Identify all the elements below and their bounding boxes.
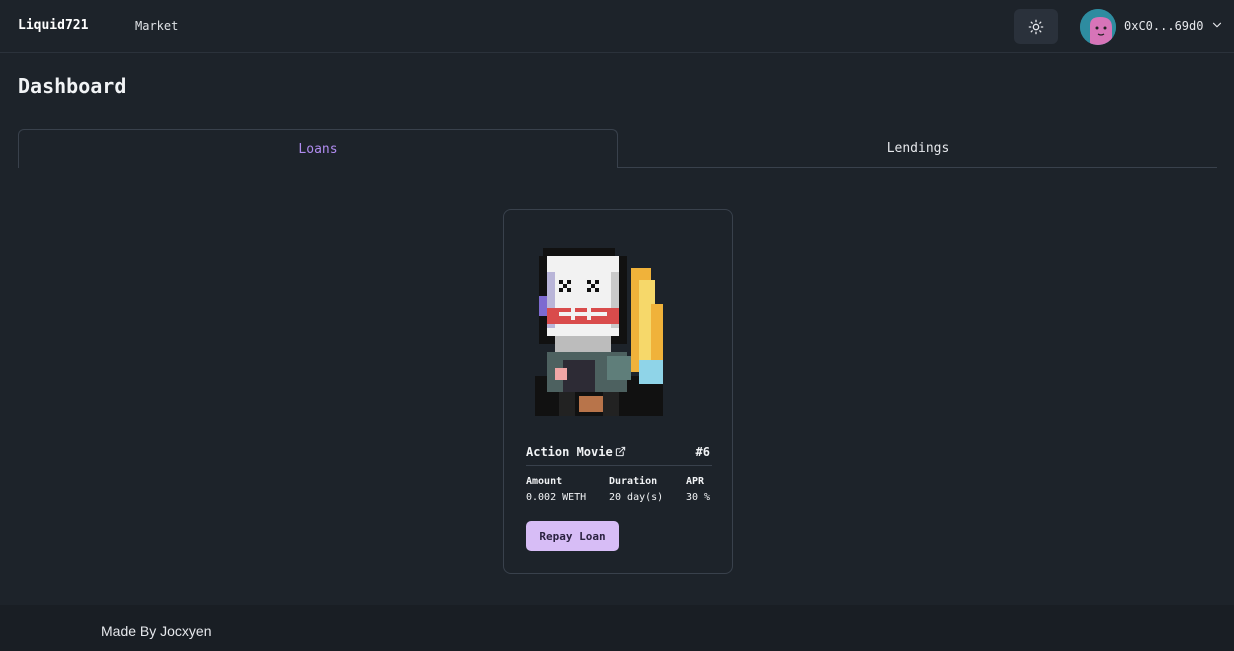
amount-label: Amount — [526, 476, 563, 487]
wallet-avatar[interactable] — [1080, 9, 1116, 45]
loan-card: Action Movie #6 Amount Duration APR 0.00… — [503, 209, 733, 574]
repay-loan-button[interactable]: Repay Loan — [526, 521, 619, 551]
theme-toggle-button[interactable] — [1014, 9, 1058, 44]
brand-logo[interactable]: Liquid721 — [18, 18, 88, 33]
chevron-down-icon[interactable] — [1210, 18, 1224, 32]
tab-loans[interactable]: Loans — [18, 129, 618, 168]
tab-lendings[interactable]: Lendings — [618, 129, 1218, 168]
sun-icon — [1028, 19, 1044, 34]
apr-value: 30 % — [686, 492, 711, 503]
duration-value: 20 day(s) — [609, 492, 664, 503]
apr-label: APR — [686, 476, 705, 487]
page-title: Dashboard — [18, 74, 127, 98]
duration-label: Duration — [609, 476, 658, 487]
amount-value: 0.002 WETH — [526, 492, 587, 503]
navbar: Liquid721 Market 0xC0...69d0 — [0, 0, 1234, 53]
footer-credit: Made By Jocxyen — [101, 623, 212, 639]
wallet-address[interactable]: 0xC0...69d0 — [1124, 19, 1203, 33]
nft-image — [535, 248, 663, 416]
nft-name-label[interactable]: Action Movie — [526, 445, 613, 459]
token-id: #6 — [695, 445, 710, 459]
footer: Made By Jocxyen — [0, 605, 1234, 651]
nft-name[interactable]: Action Movie — [526, 445, 626, 459]
card-divider — [526, 465, 712, 466]
nav-link-market[interactable]: Market — [135, 19, 178, 33]
tab-bar: Loans Lendings — [18, 129, 1217, 168]
external-link-icon[interactable] — [615, 446, 626, 457]
